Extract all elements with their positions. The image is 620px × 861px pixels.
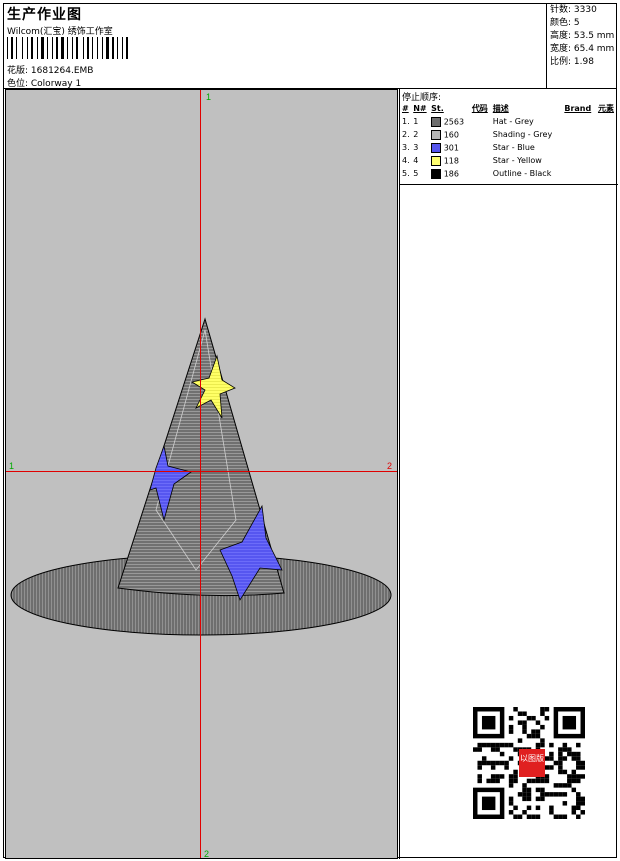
row-index: 1. xyxy=(402,117,410,126)
row-index: 2. xyxy=(402,130,410,139)
row-element xyxy=(597,154,618,167)
colorway: 色位: Colorway 1 xyxy=(7,79,82,89)
stitch-count-cell: 160 xyxy=(443,130,459,139)
row-brand xyxy=(563,141,597,154)
axis-label-left: 1 xyxy=(9,461,14,471)
stitch-count-cell: 2563 xyxy=(443,117,465,126)
row-stitches: 2563 xyxy=(430,115,471,128)
col-header-n: N# xyxy=(413,104,427,113)
col-header-brand: Brand xyxy=(564,104,592,113)
stop-sequence-table: # N# St. 代码 描述 Brand 元素 1. 1 2563 Hat - … xyxy=(401,102,618,180)
stop-sequence-panel: 停止顺序: # N# St. 代码 描述 Brand 元素 1. 1 2563 xyxy=(399,89,618,859)
axis-label-bottom: 2 xyxy=(204,849,209,858)
col-header-description: 描述 xyxy=(492,104,509,113)
row-brand xyxy=(563,128,597,141)
table-row[interactable]: 5. 5 186 Outline - Black xyxy=(401,167,618,180)
scale-ratio: 比例: 1.98 xyxy=(550,57,594,67)
table-divider xyxy=(400,184,618,185)
page-title: 生产作业图 xyxy=(7,7,82,23)
stitch-count-cell: 186 xyxy=(443,169,459,178)
table-row[interactable]: 3. 3 301 Star - Blue xyxy=(401,141,618,154)
row-description: Hat - Grey xyxy=(492,117,534,126)
row-element xyxy=(597,167,618,180)
color-swatch xyxy=(431,155,442,166)
row-code xyxy=(471,154,492,167)
col-header-index: # xyxy=(402,104,409,113)
row-index: 4. xyxy=(402,156,410,165)
barcode xyxy=(7,37,128,59)
design-file: 花版: 1681264.EMB xyxy=(7,66,94,76)
row-brand xyxy=(563,167,597,180)
color-count: 颜色: 5 xyxy=(550,18,580,28)
table-row[interactable]: 1. 1 2563 Hat - Grey xyxy=(401,115,618,128)
row-element xyxy=(597,115,618,128)
col-header-stitches: St. xyxy=(431,104,444,113)
row-code xyxy=(471,141,492,154)
row-description: Outline - Black xyxy=(492,169,552,178)
stitch-count-cell: 301 xyxy=(443,143,459,152)
design-width: 宽度: 65.4 mm xyxy=(550,44,615,54)
worksheet-frame: 生产作业图 Wilcom(汇宝) 绣饰工作室 花版: 1681264.EMB 色… xyxy=(3,3,618,859)
color-swatch xyxy=(431,142,442,153)
row-code xyxy=(471,128,492,141)
row-code xyxy=(471,115,492,128)
col-header-code: 代码 xyxy=(471,104,488,113)
row-stitches: 118 xyxy=(430,154,471,167)
header: 生产作业图 Wilcom(汇宝) 绣饰工作室 花版: 1681264.EMB 色… xyxy=(4,4,616,89)
row-description: Shading - Grey xyxy=(492,130,553,139)
stitch-count-cell: 118 xyxy=(443,156,459,165)
stitch-count: 针数: 3330 xyxy=(550,5,597,15)
row-n: 5 xyxy=(413,169,419,178)
design-height: 高度: 53.5 mm xyxy=(550,31,615,41)
row-n: 3 xyxy=(413,143,419,152)
row-index: 3. xyxy=(402,143,410,152)
col-header-element: 元素 xyxy=(597,104,614,113)
row-n: 2 xyxy=(413,130,419,139)
table-row[interactable]: 2. 2 160 Shading - Grey xyxy=(401,128,618,141)
hat-embroidery-preview: 1 2 1 2 xyxy=(6,90,397,858)
row-element xyxy=(597,141,618,154)
studio-name: Wilcom(汇宝) 绣饰工作室 xyxy=(7,27,113,37)
row-stitches: 160 xyxy=(430,128,471,141)
axis-label-top: 1 xyxy=(206,92,211,102)
color-swatch xyxy=(431,116,442,127)
row-brand xyxy=(563,154,597,167)
qr-code: 以图版 xyxy=(473,707,585,819)
axis-label-right: 2 xyxy=(387,461,392,471)
row-n: 1 xyxy=(413,117,419,126)
color-swatch xyxy=(431,168,442,179)
row-code xyxy=(471,167,492,180)
row-stitches: 186 xyxy=(430,167,471,180)
row-index: 5. xyxy=(402,169,410,178)
design-canvas[interactable]: 1 2 1 2 xyxy=(5,89,398,859)
stats-panel: 针数: 3330 颜色: 5 高度: 53.5 mm 宽度: 65.4 mm 比… xyxy=(546,4,617,88)
row-n: 4 xyxy=(413,156,419,165)
table-header-row: # N# St. 代码 描述 Brand 元素 xyxy=(401,102,618,115)
qr-stamp-text: 以图版 xyxy=(520,753,544,763)
row-description: Star - Yellow xyxy=(492,156,542,165)
row-element xyxy=(597,128,618,141)
row-description: Star - Blue xyxy=(492,143,535,152)
row-stitches: 301 xyxy=(430,141,471,154)
row-brand xyxy=(563,115,597,128)
color-swatch xyxy=(431,129,442,140)
table-row[interactable]: 4. 4 118 Star - Yellow xyxy=(401,154,618,167)
